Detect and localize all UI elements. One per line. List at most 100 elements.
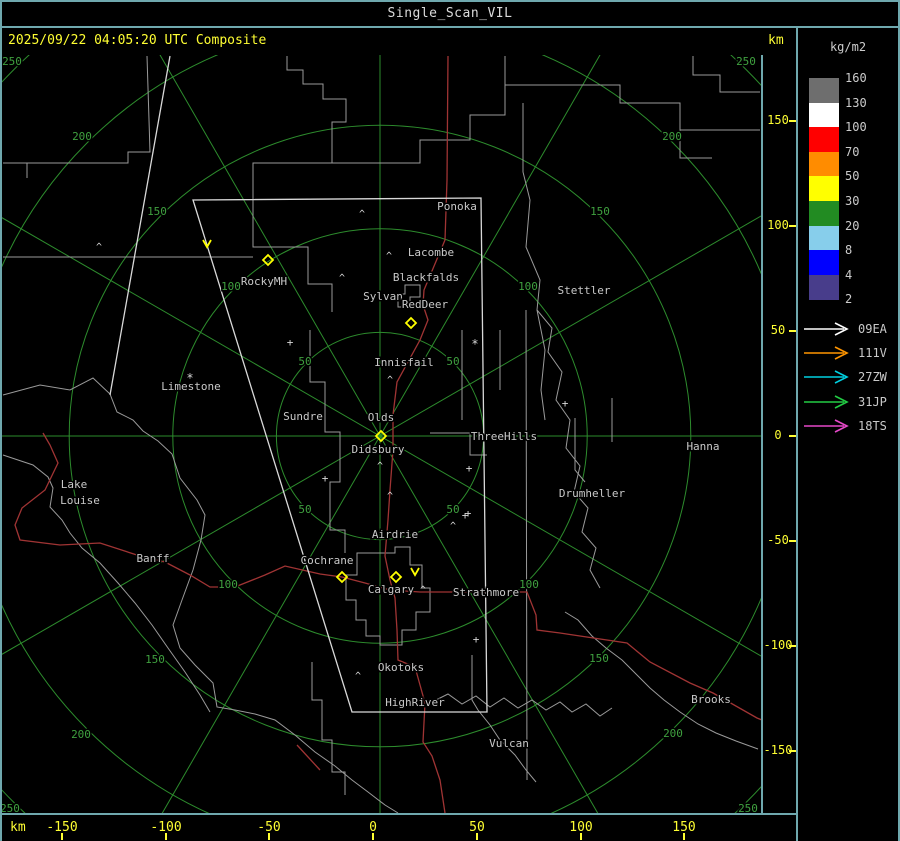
county-boundary	[679, 130, 712, 159]
town-caret-marker: ^	[387, 491, 393, 502]
ring-distance-label: 200	[662, 130, 682, 143]
bottom-axis-tick	[476, 833, 478, 840]
ring-distance-label: 150	[589, 652, 609, 665]
city-label: Cochrane	[301, 554, 354, 567]
border-left	[0, 0, 2, 841]
county-boundary	[332, 56, 506, 164]
city-label: Airdrie	[372, 528, 418, 541]
town-caret-marker: ^	[386, 251, 392, 262]
right-axis-tick	[789, 750, 796, 752]
town-caret-marker: ^	[377, 461, 383, 472]
border-map-bottom	[0, 813, 798, 815]
radar-coverage-edge-line	[109, 55, 171, 396]
ring-distance-label: 200	[663, 727, 683, 740]
ring-distance-label: 150	[145, 653, 165, 666]
city-label: Sundre	[283, 410, 323, 423]
city-label: Olds	[368, 411, 395, 424]
city-label: HighRiver	[385, 696, 445, 709]
legend-value-label: 100	[845, 120, 867, 135]
border-titlebar-bottom	[0, 26, 900, 28]
county-boundary	[309, 330, 346, 553]
legend-color-box	[809, 225, 839, 251]
legend-value-label: 30	[845, 194, 860, 208]
range-ring	[2, 55, 762, 814]
county-boundary	[536, 309, 601, 589]
v-marker	[410, 567, 420, 577]
right-axis-tick	[789, 645, 796, 647]
radar-site-arrow-icon	[804, 346, 849, 360]
radar-site-arrow-icon	[804, 395, 849, 409]
bottom-axis-tick	[165, 833, 167, 840]
town-caret-marker: ^	[450, 521, 456, 532]
city-label: Hanna	[686, 440, 719, 453]
city-label: Louise	[60, 494, 100, 507]
legend-value-label: 4	[845, 267, 853, 282]
legend-color-box	[809, 201, 839, 227]
county-boundary	[345, 546, 431, 646]
ring-distance-label: 200	[72, 130, 92, 143]
city-label: Stettler	[558, 284, 611, 297]
city-label: RockyMH	[241, 275, 287, 288]
bottom-axis-tick	[61, 833, 63, 840]
city-label: RedDeer	[402, 298, 449, 311]
legend-color-box	[809, 274, 839, 300]
radar-site-marker	[389, 570, 403, 584]
city-label: Okotoks	[378, 661, 424, 674]
legend-value-label: 70	[845, 144, 860, 159]
town-caret-marker: ^	[96, 242, 102, 253]
bottom-axis-tick	[372, 833, 374, 840]
county-boundary	[564, 611, 759, 750]
border-legend-divider	[796, 27, 798, 841]
legend-value-label: 160	[845, 71, 867, 85]
legend-color-box	[809, 176, 839, 202]
legend-unit-label: kg/m2	[829, 40, 867, 54]
town-plus-marker: +	[462, 509, 469, 522]
legend-value-label: 50	[845, 169, 860, 184]
town-caret-marker: ^	[355, 671, 361, 682]
ring-distance-label: 150	[590, 205, 610, 218]
city-label: Drumheller	[559, 487, 626, 500]
city-label: Lake	[61, 478, 88, 491]
right-axis-tick	[789, 120, 796, 122]
county-boundary	[3, 55, 151, 164]
right-axis-tick	[789, 435, 796, 437]
town-caret-marker: ^	[387, 375, 393, 386]
city-label: Brooks	[691, 693, 731, 706]
town-star-marker: *	[471, 337, 478, 351]
radar-site-id-label: 18TS	[858, 419, 887, 433]
right-axis-tick	[789, 540, 796, 542]
legend-color-box	[809, 78, 839, 104]
legend-value-label: 20	[845, 218, 860, 233]
bottom-axis-unit-label: km	[10, 820, 26, 835]
radar-app-window: Single_Scan_VIL 2025/09/22 04:05:20 UTC …	[0, 0, 900, 841]
radar-site-arrow-icon	[804, 370, 849, 384]
ring-distance-label: 50	[298, 355, 311, 368]
ring-distance-label: 250	[736, 55, 756, 68]
town-plus-marker: +	[473, 633, 480, 646]
highway-line	[296, 744, 321, 771]
radar-site-id-label: 111V	[858, 346, 887, 360]
legend-color-box	[809, 127, 839, 153]
legend-color-box	[809, 250, 839, 276]
ring-distance-label: 150	[147, 205, 167, 218]
legend-value-label: 8	[845, 243, 853, 258]
radar-site-marker	[404, 316, 418, 330]
city-label: Sylvan	[363, 290, 403, 303]
county-boundary	[311, 662, 346, 795]
ring-distance-label: 50	[446, 503, 459, 516]
city-label: Vulcan	[489, 737, 529, 750]
ring-distance-label: 50	[298, 503, 311, 516]
city-label: Calgary	[368, 583, 415, 596]
town-plus-marker: +	[466, 462, 473, 475]
ring-distance-label: 50	[446, 355, 459, 368]
ring-distance-label: 100	[519, 578, 539, 591]
ring-distance-label: 100	[218, 578, 238, 591]
county-boundary	[252, 56, 347, 312]
ring-distance-label: 200	[71, 728, 91, 741]
city-label: Blackfalds	[393, 271, 459, 284]
ring-distance-label: 250	[2, 55, 22, 68]
legend-value-label: 2	[845, 292, 853, 307]
legend-color-box	[809, 102, 839, 128]
legend-value-label: 130	[845, 95, 867, 110]
radar-site-arrow-icon	[804, 322, 849, 336]
